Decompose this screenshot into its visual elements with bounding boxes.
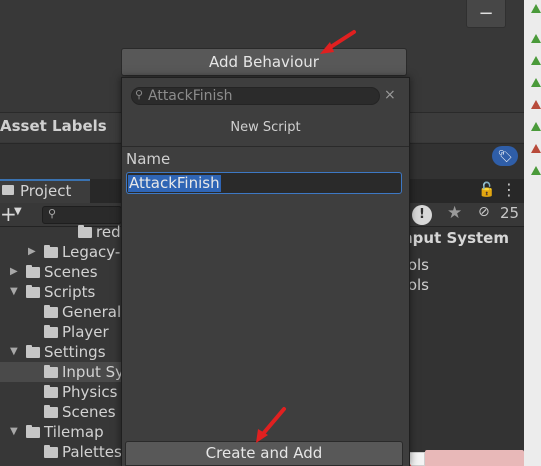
tree-item[interactable]: Palettes — [0, 442, 122, 462]
chevron-down-icon[interactable]: ▼ — [10, 422, 18, 442]
divider — [122, 146, 409, 147]
tree-item-label: Scripts — [44, 283, 96, 301]
folder-icon — [26, 285, 40, 298]
folder-icon — [44, 385, 58, 398]
tree-item-label: red — [96, 223, 121, 241]
hidden-count[interactable]: 25 — [500, 204, 519, 222]
tree-item-label: Player — [62, 323, 109, 341]
chevron-right-icon[interactable]: ▶ — [28, 242, 36, 262]
folder-icon — [44, 245, 58, 258]
lock-icon[interactable]: 🔓 — [478, 182, 495, 198]
tree-item-label: Legacy- — [62, 243, 121, 261]
star-icon[interactable]: ★ — [447, 203, 462, 223]
status-icon — [531, 78, 541, 87]
status-icon — [531, 56, 541, 65]
tree-item[interactable]: ▼ Scripts — [0, 282, 122, 302]
hidden-eye-icon[interactable]: ⊘ — [478, 204, 490, 220]
chevron-down-icon[interactable]: ▼ — [10, 282, 18, 302]
folder-icon — [2, 185, 14, 195]
clear-search-button[interactable]: × — [384, 87, 396, 103]
tree-item[interactable]: ▼ Settings — [0, 342, 122, 362]
tree-item[interactable]: Physics — [0, 382, 122, 402]
remove-component-button[interactable]: − — [466, 0, 506, 28]
popup-title: New Script — [230, 120, 301, 135]
component-search-input[interactable]: AttackFinish — [131, 87, 380, 105]
add-behaviour-button[interactable]: Add Behaviour — [121, 48, 407, 76]
tree-item-label: Scenes — [44, 263, 98, 281]
tree-item[interactable]: Scenes — [0, 402, 122, 422]
folder-icon — [78, 225, 92, 238]
script-name-field[interactable]: AttackFinish — [126, 172, 402, 194]
folder-icon — [44, 445, 58, 458]
tree-item-label: Settings — [44, 343, 106, 361]
folder-icon — [44, 305, 58, 318]
chevron-right-icon[interactable]: ▶ — [10, 262, 18, 282]
status-icon — [531, 166, 541, 175]
tree-item[interactable]: Input Sy — [0, 362, 125, 382]
tree-item-label: Physics — [62, 383, 118, 401]
chevron-down-icon[interactable]: ▼ — [10, 342, 18, 362]
chevron-down-icon[interactable]: ▼ — [14, 206, 22, 217]
status-icon — [531, 100, 541, 109]
status-icon — [531, 122, 541, 131]
annotation-arrow-icon — [256, 407, 286, 443]
tree-item-label: Input Sy — [62, 363, 125, 381]
folder-breadcrumb: nput System — [402, 229, 509, 247]
scrollbar-area — [524, 0, 541, 466]
tag-icon[interactable]: 🏷 — [492, 146, 518, 166]
tree-item[interactable]: General — [0, 302, 122, 322]
folder-icon — [26, 345, 40, 358]
tree-item-label: General — [62, 303, 122, 321]
folder-icon — [44, 325, 58, 338]
more-options-icon[interactable]: ⋮ — [501, 180, 517, 199]
status-icon — [531, 144, 541, 153]
name-label: Name — [126, 150, 171, 168]
folder-icon — [44, 405, 58, 418]
image-thumbnail — [425, 450, 524, 466]
tree-item[interactable]: ▶ Scenes — [0, 262, 122, 282]
tree-item[interactable]: ▶ Legacy- — [0, 242, 122, 262]
status-icon — [531, 34, 541, 43]
tab-project-label: Project — [20, 182, 72, 200]
folder-icon — [44, 365, 58, 378]
asset-labels-title: Asset Labels — [0, 117, 107, 135]
folder-icon — [26, 425, 40, 438]
script-name-value[interactable]: AttackFinish — [128, 175, 221, 192]
status-icon — [531, 4, 541, 13]
tree-item[interactable]: ▼ Tilemap — [0, 422, 122, 442]
search-icon: ⚲ — [48, 207, 57, 220]
tree-item-label: Tilemap — [44, 423, 104, 441]
tree-item[interactable]: red — [0, 222, 122, 242]
search-icon: ⚲ — [135, 88, 144, 101]
annotation-arrow-icon — [320, 30, 356, 54]
tree-item-label: Scenes — [62, 403, 116, 421]
info-icon[interactable]: ! — [412, 205, 432, 225]
tree-item-label: Palettes — [62, 443, 122, 461]
tree-item[interactable]: Player — [0, 322, 122, 342]
folder-icon — [26, 265, 40, 278]
